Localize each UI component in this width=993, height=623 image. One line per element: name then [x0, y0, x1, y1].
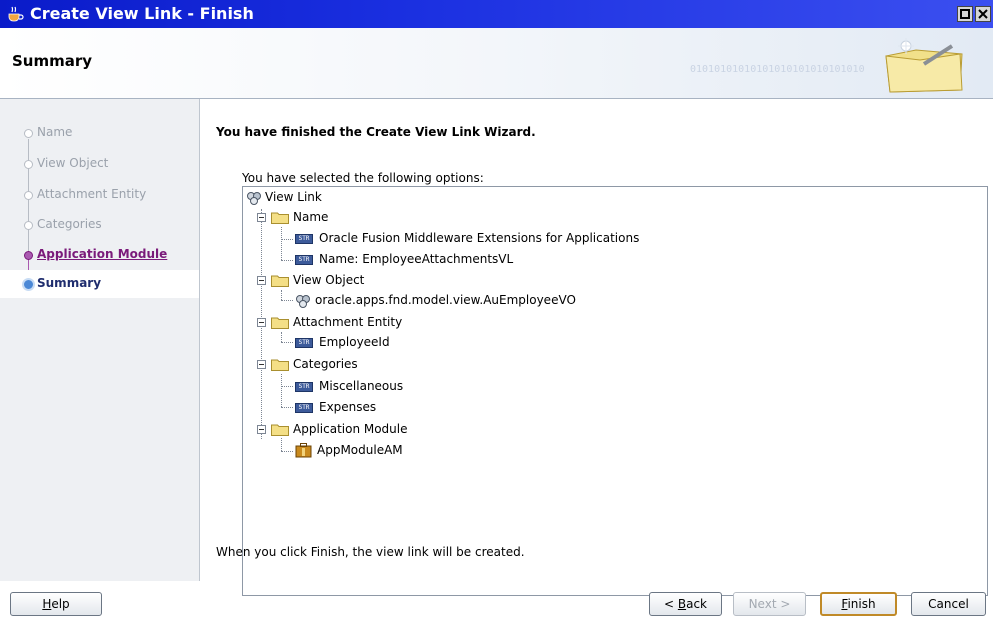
step-categories: Categories: [0, 211, 199, 239]
attribute-icon: STR: [295, 382, 313, 392]
finish-button[interactable]: Finish: [820, 592, 897, 616]
wizard-header: Summary 01010101010101010101010101010: [0, 28, 993, 99]
tree-node-label: Application Module: [293, 422, 408, 436]
maximize-button[interactable]: [957, 6, 973, 22]
step-dot: [24, 129, 33, 138]
folder-icon: [271, 359, 289, 371]
cancel-button[interactable]: Cancel: [911, 592, 986, 616]
tree-node-app-module-item[interactable]: AppModuleAM: [243, 441, 943, 461]
step-label: Attachment Entity: [37, 187, 147, 201]
tree-node-label: Name: [293, 210, 329, 224]
step-summary: Summary: [0, 270, 199, 298]
tree-node-view-object-group[interactable]: View Object: [243, 271, 943, 291]
tree-node-app-module-group[interactable]: Application Module: [243, 420, 943, 440]
tree-node-name-item[interactable]: STR Oracle Fusion Middleware Extensions …: [243, 229, 943, 249]
tree-node-label: Miscellaneous: [319, 379, 404, 393]
tree-node-root[interactable]: View Link: [243, 188, 943, 208]
tree-node-label: oracle.apps.fnd.model.view.AuEmployeeVO: [315, 293, 576, 307]
step-dot: [24, 221, 33, 230]
tree-node-categories-group[interactable]: Categories: [243, 355, 943, 375]
finish-message: You have finished the Create View Link W…: [216, 125, 536, 139]
finish-hint: When you click Finish, the view link wil…: [216, 545, 525, 559]
tree-node-label: Categories: [293, 357, 358, 371]
tree-node-attachment-item[interactable]: STR EmployeeId: [243, 333, 943, 353]
folder-icon: [271, 212, 289, 224]
collapse-toggle-icon[interactable]: [257, 360, 266, 369]
wizard-folder-icon: [885, 38, 963, 93]
step-dot: [24, 160, 33, 169]
tree-node-category-item[interactable]: STR Miscellaneous: [243, 377, 943, 397]
next-button[interactable]: Next >: [733, 592, 806, 616]
collapse-toggle-icon[interactable]: [257, 425, 266, 434]
summary-tree[interactable]: View Link Name STR Oracle Fusion Middlew…: [242, 186, 988, 596]
view-object-icon: [296, 295, 310, 308]
step-view-object: View Object: [0, 150, 199, 178]
collapse-toggle-icon[interactable]: [257, 213, 266, 222]
tree-node-view-object-item[interactable]: oracle.apps.fnd.model.view.AuEmployeeVO: [243, 291, 943, 311]
attribute-icon: STR: [295, 255, 313, 265]
back-button[interactable]: < Back: [649, 592, 722, 616]
tree-node-label: Name: EmployeeAttachmentsVL: [319, 252, 514, 266]
step-attachment-entity: Attachment Entity: [0, 181, 199, 209]
step-dot: [24, 191, 33, 200]
tree-node-label: EmployeeId: [319, 335, 390, 349]
step-label: Name: [37, 125, 73, 139]
wizard-content: You have finished the Create View Link W…: [200, 99, 993, 596]
view-link-icon: [247, 192, 261, 205]
folder-icon: [271, 424, 289, 436]
step-application-module[interactable]: Application Module: [0, 241, 199, 269]
tree-node-name-item[interactable]: STR Name: EmployeeAttachmentsVL: [243, 250, 943, 270]
binary-decoration: 01010101010101010101010101010: [690, 64, 865, 75]
tree-node-label: Expenses: [319, 400, 377, 414]
folder-icon: [271, 317, 289, 329]
tree-node-attachment-group[interactable]: Attachment Entity: [243, 313, 943, 333]
step-label: Summary: [37, 276, 102, 290]
tree-node-name-group[interactable]: Name: [243, 208, 943, 228]
attribute-icon: STR: [295, 338, 313, 348]
tree-node-label: Oracle Fusion Middleware Extensions for …: [319, 231, 640, 245]
step-dot: [24, 251, 33, 260]
wizard-steps-panel: Name View Object Attachment Entity Categ…: [0, 99, 200, 581]
maximize-icon: [960, 9, 970, 19]
step-label: Categories: [37, 217, 102, 231]
current-step-dot: [22, 278, 35, 291]
tree-node-label: View Object: [293, 273, 365, 287]
folder-icon: [271, 275, 289, 287]
window-titlebar[interactable]: Create View Link - Finish: [0, 0, 993, 28]
step-label[interactable]: Application Module: [37, 247, 167, 261]
step-label: View Object: [37, 156, 109, 170]
step-name: Name: [0, 119, 199, 147]
tree-node-label: AppModuleAM: [317, 443, 403, 457]
attribute-icon: STR: [295, 234, 313, 244]
attribute-icon: STR: [295, 403, 313, 413]
close-icon: [978, 9, 988, 19]
tree-node-label: Attachment Entity: [293, 315, 403, 329]
collapse-toggle-icon[interactable]: [257, 276, 266, 285]
java-cup-icon: [8, 6, 24, 22]
selected-options-label: You have selected the following options:: [242, 171, 484, 185]
window-title: Create View Link - Finish: [30, 4, 254, 23]
tree-node-category-item[interactable]: STR Expenses: [243, 398, 943, 418]
close-button[interactable]: [975, 6, 991, 22]
page-title: Summary: [12, 52, 93, 70]
help-button[interactable]: Help: [10, 592, 102, 616]
application-module-icon: [295, 443, 312, 458]
tree-node-label: View Link: [265, 190, 322, 204]
collapse-toggle-icon[interactable]: [257, 318, 266, 327]
